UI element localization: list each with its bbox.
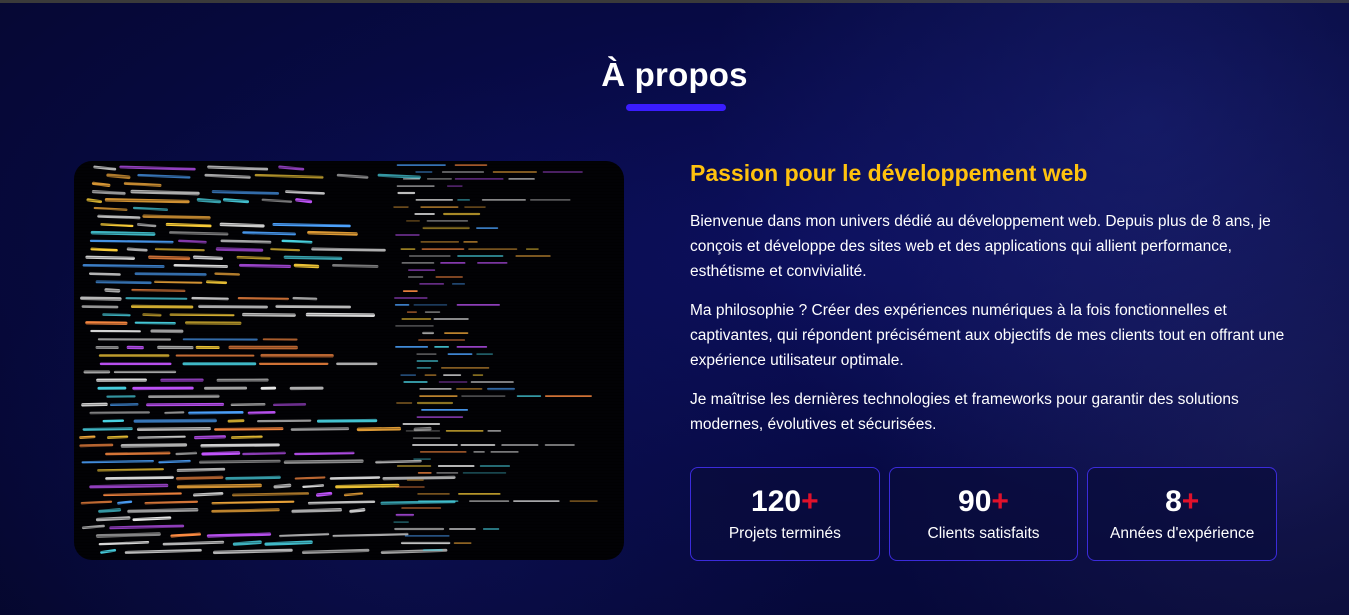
stat-label: Projets terminés: [728, 525, 841, 542]
top-border: [0, 0, 1349, 3]
plus-sign: +: [1181, 485, 1200, 518]
about-subtitle: Passion pour le développement web: [690, 160, 1088, 186]
stat-value: 90+: [958, 485, 1009, 518]
stat-label: Clients satisfaits: [927, 525, 1040, 542]
title-underline: [626, 104, 726, 111]
stat-value: 120+: [751, 485, 819, 518]
section-title: À propos: [601, 56, 748, 93]
about-paragraph-1: Bienvenue dans mon univers dédié au déve…: [690, 213, 1271, 280]
stat-card-experience: 8+ Années d'expérience: [1087, 467, 1278, 561]
stats-row: 120+ Projets terminés 90+ Clients satisf…: [690, 467, 1278, 561]
stat-value: 8+: [1165, 485, 1200, 518]
stat-label: Années d'expérience: [1110, 525, 1255, 542]
plus-sign: +: [991, 485, 1009, 518]
plus-sign: +: [801, 485, 819, 518]
code-screen-image: [74, 161, 624, 560]
about-paragraph-3: Je maîtrise les dernières technologies e…: [690, 391, 1239, 433]
stat-card-clients: 90+ Clients satisfaits: [888, 467, 1079, 561]
about-paragraph-2: Ma philosophie ? Créer des expériences n…: [690, 302, 1285, 369]
about-text-column: Passion pour le développement web Bienve…: [690, 160, 1290, 451]
stat-card-projects: 120+ Projets terminés: [690, 467, 880, 561]
